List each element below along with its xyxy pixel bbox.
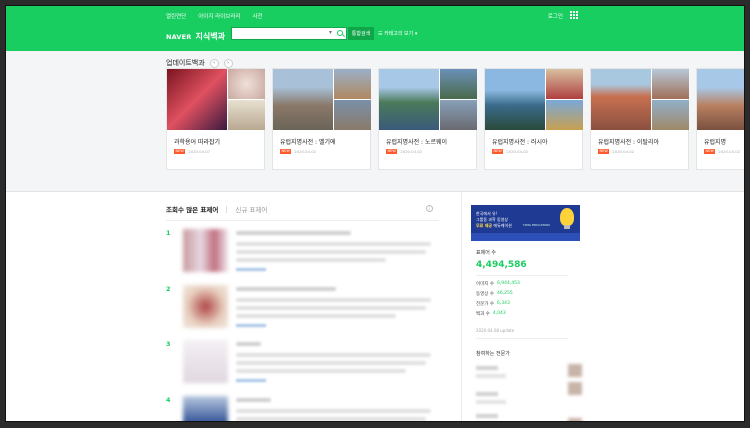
banner-text-2: 그룹동 과학 동영상 bbox=[476, 217, 508, 222]
card-image bbox=[167, 69, 265, 130]
dropdown-arrow-icon[interactable]: ▾ bbox=[329, 29, 332, 36]
card-title: 유럽지명사전 : 러시아 bbox=[492, 139, 548, 146]
header: 열린연단 아이지 라이브러리 사전 로그인 NAVER 지식백과 ▾ 통합검색 … bbox=[6, 6, 744, 51]
card-date: 2020.04.02 bbox=[400, 149, 423, 154]
search-icon[interactable] bbox=[337, 30, 343, 36]
update-cards: 과학용어 따라잡기 NEW 2020.04.07 유럽지명사전 : 벨기에 NEW… bbox=[166, 68, 744, 170]
banner-text-1: 한국에서 유! bbox=[476, 211, 498, 216]
expert-avatar[interactable] bbox=[568, 364, 582, 377]
rank-number: 3 bbox=[166, 340, 171, 348]
card-title: 과학용어 따라잡기 bbox=[174, 139, 221, 146]
new-badge: NEW bbox=[704, 149, 716, 154]
stat-videos: 동영상 수 46,255 bbox=[476, 291, 513, 297]
card-date: 2020.04.07 bbox=[188, 149, 211, 154]
next-arrow-icon[interactable]: › bbox=[223, 58, 233, 68]
card-image bbox=[591, 69, 689, 130]
card-title: 유럽지명 bbox=[704, 139, 727, 146]
update-card[interactable]: 유럽지명사전 : 이탈리아 NEW 2020.04.02 bbox=[590, 68, 689, 170]
entry-count-title: 표제어 수 bbox=[476, 250, 496, 256]
ranking-tabs: 조회수 많은 표제어 신규 표제어 bbox=[166, 204, 267, 214]
experts-title: 참여하는 전문가 bbox=[476, 351, 510, 357]
stat-encyclopedias: 백과 수 4,043 bbox=[476, 311, 506, 317]
new-badge: NEW bbox=[174, 149, 186, 154]
card-date: 2020.04.02 bbox=[612, 149, 635, 154]
card-date: 2020.04.02 bbox=[294, 149, 317, 154]
entry-title[interactable] bbox=[236, 398, 271, 402]
search-input[interactable] bbox=[232, 36, 328, 48]
banner-text-3: 무료 제공 bbox=[476, 223, 493, 228]
browser-frame: 열린연단 아이지 라이브러리 사전 로그인 NAVER 지식백과 ▾ 통합검색 … bbox=[5, 5, 745, 422]
lightbulb-icon bbox=[560, 208, 574, 229]
card-image bbox=[379, 69, 477, 130]
card-date: 2020.04.02 bbox=[506, 149, 529, 154]
stat-experts: 전문가 수 6,343 bbox=[476, 301, 510, 307]
card-title: 유럽지명사전 : 이탈리아 bbox=[598, 139, 660, 146]
entry-title[interactable] bbox=[236, 342, 261, 346]
info-icon[interactable]: i bbox=[426, 205, 433, 212]
promo-banner[interactable]: 한국에서 유! 그룹동 과학 동영상 무료 제공 에듀케이션 TWIG EDUC… bbox=[471, 205, 580, 241]
top-link-dictionary[interactable]: 사전 bbox=[252, 12, 262, 20]
update-card[interactable]: 과학용어 따라잡기 NEW 2020.04.07 bbox=[166, 68, 265, 170]
update-card[interactable]: 유럽지명사전 : 러시아 NEW 2020.04.02 bbox=[484, 68, 583, 170]
expert-name[interactable] bbox=[476, 366, 498, 370]
new-badge: NEW bbox=[386, 149, 398, 154]
top-link-forum[interactable]: 열린연단 bbox=[166, 12, 186, 20]
update-section-header: 업데이트백과 ‹ › bbox=[166, 58, 233, 68]
prev-arrow-icon[interactable]: ‹ bbox=[209, 58, 219, 68]
rank-number: 1 bbox=[166, 229, 171, 237]
card-title: 유럽지명사전 : 노르웨이 bbox=[386, 139, 448, 146]
card-image bbox=[485, 69, 583, 130]
new-badge: NEW bbox=[280, 149, 292, 154]
new-badge: NEW bbox=[598, 149, 610, 154]
card-date: 2020.04.02 bbox=[718, 149, 741, 154]
rank-number: 4 bbox=[166, 396, 171, 404]
stat-images: 이미지 수 6,944,453 bbox=[476, 281, 520, 287]
banner-logo: TWIG EDUCATION bbox=[523, 223, 550, 227]
entry-title[interactable] bbox=[236, 231, 351, 235]
banner-text-4: 에듀케이션 bbox=[493, 223, 512, 228]
total-search-button[interactable]: 통합검색 bbox=[348, 27, 374, 40]
expert-name[interactable] bbox=[476, 414, 498, 418]
entry-thumbnail[interactable] bbox=[183, 229, 228, 272]
card-title: 유럽지명사전 : 벨기에 bbox=[280, 139, 336, 146]
top-link-library[interactable]: 아이지 라이브러리 bbox=[198, 12, 240, 20]
update-note: 2020.04.08 update bbox=[476, 328, 515, 333]
expert-avatar[interactable] bbox=[568, 418, 582, 421]
search-box: ▾ bbox=[231, 27, 347, 48]
entry-count-value: 4,494,586 bbox=[476, 260, 527, 270]
entry-title[interactable] bbox=[236, 287, 336, 291]
update-card[interactable]: 유럽지명사전 : 노르웨이 NEW 2020.04.02 bbox=[378, 68, 477, 170]
card-image bbox=[697, 69, 744, 130]
apps-grid-icon[interactable] bbox=[570, 11, 578, 19]
logo[interactable]: NAVER 지식백과 bbox=[166, 31, 225, 42]
login-link[interactable]: 로그인 bbox=[548, 12, 563, 20]
top-links: 열린연단 아이지 라이브러리 사전 bbox=[166, 12, 263, 20]
entry-thumbnail[interactable] bbox=[183, 285, 228, 328]
category-link[interactable]: ☰ 카테고리 보기 ▾ bbox=[378, 30, 417, 37]
entry-thumbnail[interactable] bbox=[183, 396, 228, 421]
new-badge: NEW bbox=[492, 149, 504, 154]
expert-name[interactable] bbox=[476, 392, 498, 396]
naver-logo: NAVER bbox=[166, 32, 192, 41]
entry-thumbnail[interactable] bbox=[183, 340, 228, 383]
tab-new-entries[interactable]: 신규 표제어 bbox=[235, 204, 267, 214]
service-name: 지식백과 bbox=[195, 32, 225, 41]
main-lower: 조회수 많은 표제어 신규 표제어 i 1 2 3 4 한국에서 유! 그룹동 … bbox=[6, 192, 744, 421]
update-card[interactable]: 유럽지명사전 : 벨기에 NEW 2020.04.02 bbox=[272, 68, 371, 170]
tab-most-viewed[interactable]: 조회수 많은 표제어 bbox=[166, 204, 218, 214]
rank-number: 2 bbox=[166, 285, 171, 293]
update-card[interactable]: 유럽지명 NEW 2020.04.02 bbox=[696, 68, 744, 170]
update-title: 업데이트백과 bbox=[166, 59, 205, 67]
card-image bbox=[273, 69, 371, 130]
expert-avatar[interactable] bbox=[568, 382, 582, 395]
